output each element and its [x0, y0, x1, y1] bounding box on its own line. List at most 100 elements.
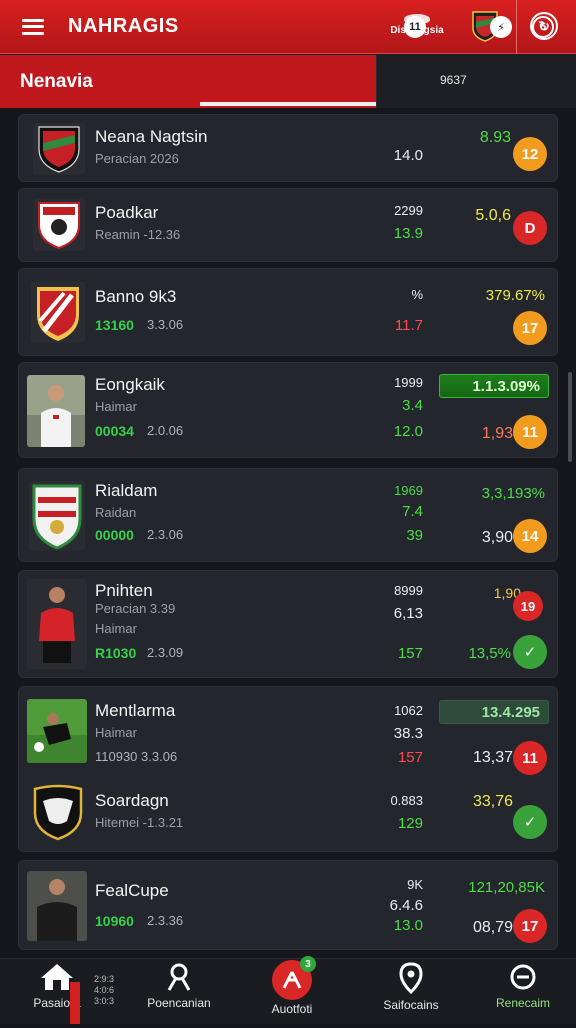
item-stat: 10960 — [95, 913, 134, 929]
club-crest-icon — [31, 281, 85, 343]
item-name: Eongkaik — [95, 375, 165, 394]
item-subtitle: Peracian 2026 — [95, 151, 179, 166]
item-stat: 00034 — [95, 423, 134, 439]
item-value-top: 9K — [407, 877, 423, 892]
home-side-text: 2:9:3 4:0:6 3:0:3 — [94, 974, 115, 1006]
nav-item-action[interactable]: 3 Auotfoti — [250, 956, 334, 1028]
nav-label-profile: Poencanian — [147, 996, 211, 1010]
item-name: Rialdam — [95, 481, 158, 500]
item-subtitle: Haimar — [95, 725, 137, 740]
item-value: 129 — [397, 815, 423, 832]
item-badge[interactable]: 14 — [513, 519, 547, 553]
player-photo — [27, 375, 85, 447]
odds-highlight-bar[interactable]: 13.4.295 — [439, 700, 549, 724]
player-photo — [27, 871, 87, 941]
item-stat-secondary: 2.3.36 — [147, 913, 184, 928]
list-item[interactable]: FealCupe 10960 2.3.36 9K 6.4.6 13.0 121,… — [18, 860, 558, 950]
item-subtitle: Reamin -12.36 — [95, 227, 181, 242]
ribbon-icon — [282, 971, 302, 989]
item-odds: 1,90 — [493, 585, 521, 601]
nav-item-home[interactable]: Pasaiora — [14, 962, 100, 1028]
section-title: Nenavia — [20, 70, 93, 92]
item-name: FealCupe — [95, 881, 169, 900]
list-item[interactable]: Eongkaik Haimar 00034 2.0.06 1999 3.4 12… — [18, 362, 558, 458]
scrollbar[interactable] — [568, 372, 572, 462]
item-subtitle: Raidan — [95, 505, 137, 520]
odds-highlight-bar[interactable]: 1.1.3.09% — [439, 374, 549, 398]
item-name: Mentlarma — [95, 701, 176, 720]
item-stat: 00000 — [95, 527, 134, 543]
nav-label-location: Saifocains — [383, 998, 439, 1012]
item-odds: 3,3,193% — [481, 485, 545, 502]
item-value: 11.7 — [394, 317, 423, 334]
item-subtitle: Hitemei -1.3.21 — [95, 815, 184, 830]
item-badge[interactable]: 11 — [513, 415, 547, 449]
item-odds: 379.67% — [485, 287, 545, 304]
active-indicator — [70, 982, 80, 1024]
item-subtitle-secondary: Haimar — [95, 621, 137, 636]
nav-item-location[interactable]: Saifocains — [370, 962, 452, 1028]
item-stat: 13160 — [95, 317, 134, 333]
item-stat-secondary: 2.3.09 — [147, 645, 184, 660]
filter-count-pill[interactable]: 6 — [532, 16, 554, 38]
item-odds: 121,20,85K — [468, 879, 545, 896]
item-badge[interactable]: 17 — [513, 311, 547, 345]
item-value-mid: 3.4 — [402, 397, 423, 414]
item-value-mid: 6,13 — [393, 605, 423, 622]
club-crest-icon — [33, 199, 85, 251]
item-value-top: % — [411, 287, 423, 302]
list-item[interactable]: Neana Nagtsin Peracian 2026 14.0 8.93 12 — [18, 114, 558, 182]
check-icon[interactable]: ✓ — [513, 805, 547, 839]
nav-item-profile[interactable]: Poencanian — [134, 962, 224, 1028]
list-item[interactable]: Poadkar Reamin -12.36 2299 13.9 5.0,6 D — [18, 188, 558, 262]
action-badge: 3 — [300, 956, 316, 972]
nav-label-action: Auotfoti — [271, 1002, 313, 1016]
item-badge[interactable]: 17 — [513, 909, 547, 943]
list-item[interactable]: Banno 9k3 13160 3.3.06 % 11.7 379.67% 17 — [18, 268, 558, 356]
item-odds-secondary: 13,5% — [468, 645, 511, 662]
hamburger-menu-icon[interactable] — [22, 18, 44, 35]
nav-item-settings[interactable]: Renecaim — [478, 962, 568, 1028]
item-odds-secondary: 08,79 — [472, 919, 513, 936]
item-value-top: 1999 — [394, 375, 423, 390]
item-badge[interactable]: D — [513, 211, 547, 245]
active-tab-indicator — [200, 102, 376, 106]
item-odds-secondary: 3,90 — [481, 529, 513, 546]
item-value-top: 1062 — [394, 703, 423, 718]
item-badge[interactable]: 19 — [513, 591, 543, 621]
top-divider — [516, 0, 517, 54]
list-item[interactable]: Rialdam Raidan 00000 2.3.06 1969 7.4 39 … — [18, 468, 558, 562]
club-crest-icon — [31, 783, 85, 841]
item-odds: 8.93 — [479, 129, 511, 146]
item-value-mid: 7.4 — [402, 503, 423, 520]
nav-label-settings: Renecaim — [495, 996, 551, 1010]
notification-count-badge[interactable]: 11 — [404, 16, 426, 38]
profile-icon — [167, 963, 191, 991]
section-actions — [376, 55, 576, 108]
player-photo — [27, 579, 87, 669]
item-badge[interactable]: 11 — [513, 741, 547, 775]
item-name: Banno 9k3 — [95, 287, 177, 306]
item-value-mid: 6.4.6 — [389, 897, 423, 914]
lightning-icon[interactable]: ⚡ — [490, 16, 512, 38]
item-stat-secondary: 2.0.06 — [147, 423, 184, 438]
item-value: 13.9 — [393, 225, 423, 242]
item-odds: 1,93 — [481, 425, 513, 442]
item-odds: 33,76 — [472, 793, 513, 810]
list-item[interactable]: Mentlarma Haimar 110930 3.3.06 1062 38.3… — [18, 686, 558, 852]
item-name: Soardagn — [95, 791, 169, 810]
count-label: 9637 — [440, 73, 467, 87]
check-icon[interactable]: ✓ — [513, 635, 547, 669]
item-name: Pnihten — [95, 581, 153, 600]
item-stat-secondary: 3.3.06 — [147, 317, 184, 332]
app-title: NAHRAGIS — [68, 15, 179, 37]
item-value-mid: 38.3 — [393, 725, 423, 742]
club-crest-icon — [33, 123, 85, 175]
item-badge[interactable]: 12 — [513, 137, 547, 171]
item-odds: 5.0,6 — [475, 207, 511, 224]
item-odds: 13,37 — [472, 749, 513, 766]
list-item[interactable]: Pnihten Peracian 3.39 Haimar R1030 2.3.0… — [18, 570, 558, 678]
action-icon: 3 — [272, 956, 316, 1000]
item-subtitle: Haimar — [95, 399, 137, 414]
club-crest-icon — [29, 481, 85, 551]
